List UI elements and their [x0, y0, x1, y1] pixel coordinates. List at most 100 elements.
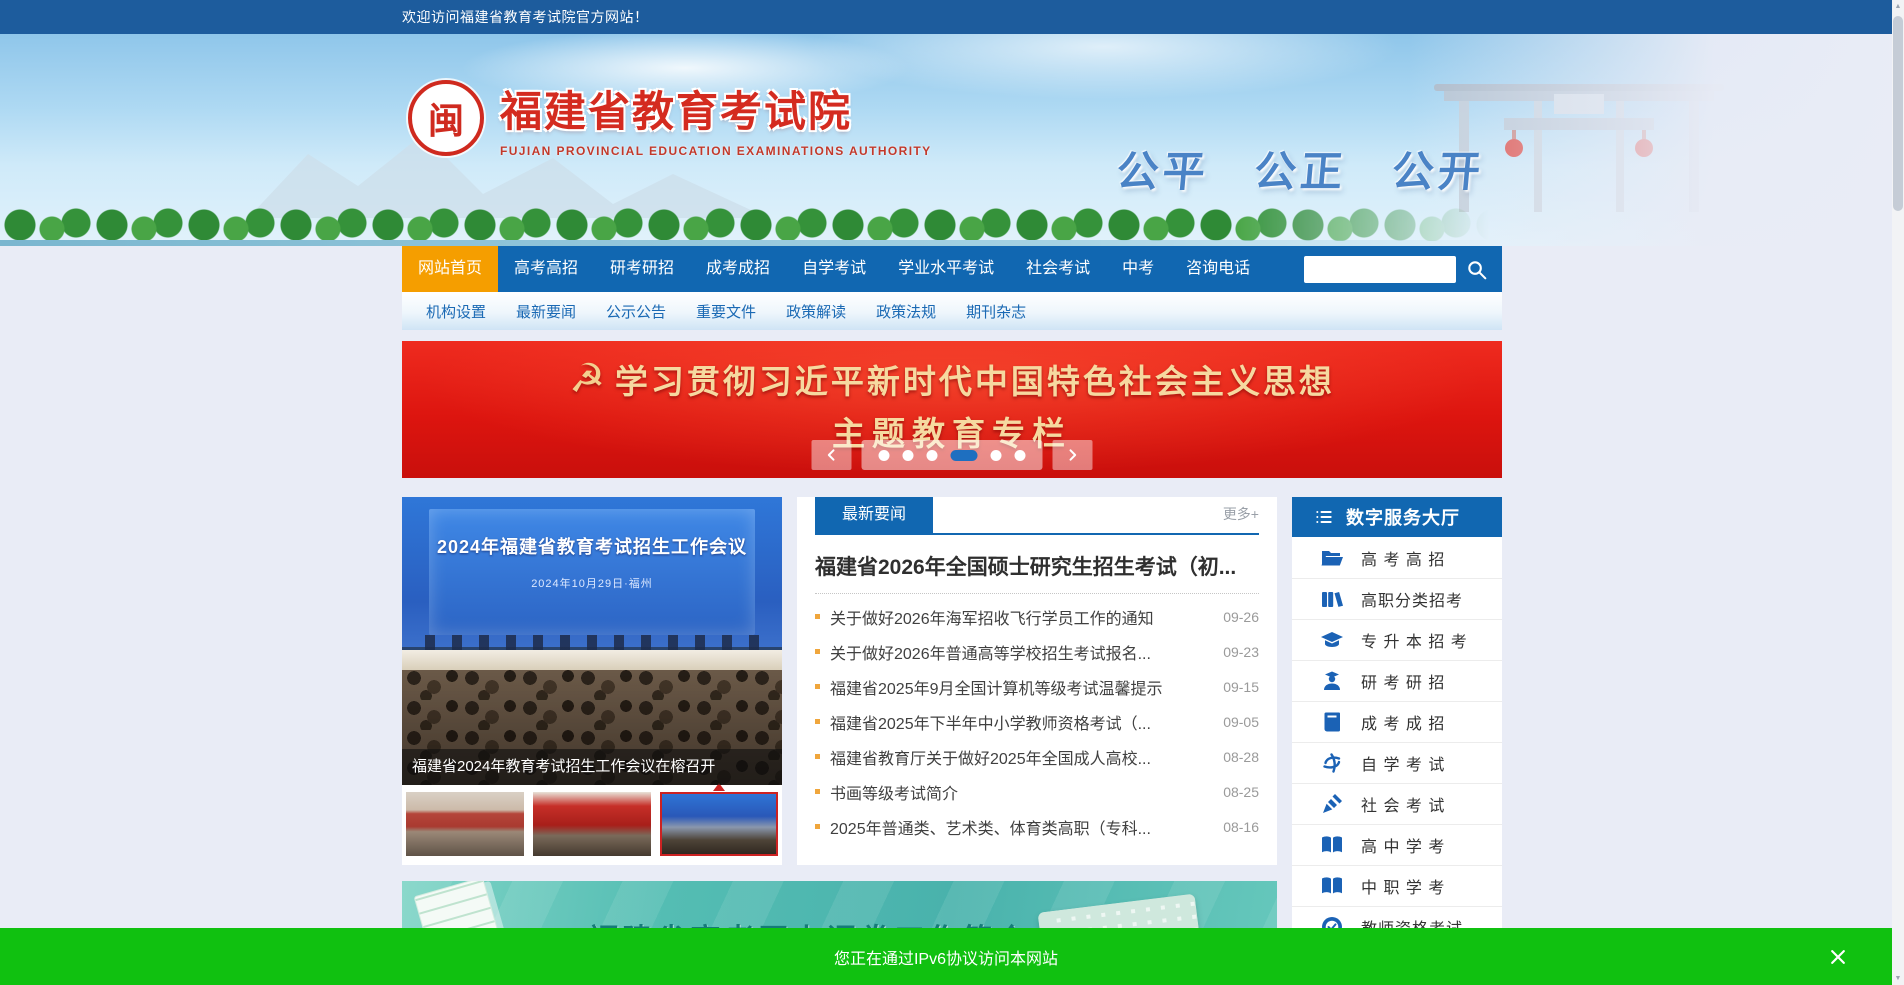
news-headline[interactable]: 福建省2026年全国硕士研究生招生考试（初... [815, 551, 1259, 581]
photo-carousel: 2024年福建省教育考试招生工作会议 2024年10月29日·福州 福建省202… [402, 497, 782, 865]
service-item[interactable]: 研 考 研 招 [1292, 660, 1502, 701]
carousel-dot[interactable] [990, 449, 1002, 461]
carousel-thumbnail-1[interactable] [406, 792, 524, 856]
hero-banner[interactable]: ☭ 学习贯彻习近平新时代中国特色社会主义思想 主题教育专栏 [402, 341, 1502, 478]
bullet-icon [815, 649, 820, 654]
carousel-dot[interactable] [878, 449, 890, 461]
service-item[interactable]: 成 考 成 招 [1292, 701, 1502, 742]
openbook-icon [1320, 874, 1346, 898]
nav-item[interactable]: 成考成招 [690, 246, 786, 292]
more-link[interactable]: 更多+ [1223, 504, 1259, 533]
slide-subtitle: 2024年10月29日·福州 [531, 578, 653, 590]
news-item-title: 福建省教育厅关于做好2025年全国成人高校... [830, 750, 1151, 768]
gradcap-icon [1320, 628, 1346, 652]
sub-nav-bar: 机构设置 最新要闻 公示公告 重要文件 政策解读 政策法规 期刊杂志 [0, 292, 1904, 330]
nav-item[interactable]: 中考 [1106, 246, 1170, 292]
subnav-item[interactable]: 机构设置 [426, 301, 486, 322]
news-item-title: 关于做好2026年海军招收飞行学员工作的通知 [830, 610, 1154, 628]
carousel-next-button[interactable] [1052, 440, 1093, 470]
nav-item[interactable]: 社会考试 [1010, 246, 1106, 292]
nav-item[interactable]: 咨询电话 [1170, 246, 1266, 292]
ipv6-message: 您正在通过IPv6协议访问本网站 [833, 950, 1059, 968]
hero-title-line1: 学习贯彻习近平新时代中国特色社会主义思想 [614, 363, 1335, 400]
news-item-date: 09-26 [1223, 608, 1259, 625]
news-item-date: 08-16 [1223, 818, 1259, 835]
carousel-thumbnail-2[interactable] [533, 792, 651, 856]
subnav-item[interactable]: 公示公告 [606, 301, 666, 322]
search-icon[interactable] [1456, 249, 1496, 289]
scrollbar-thumb[interactable] [1893, 16, 1903, 211]
seal-glyph: 闽 [427, 100, 464, 141]
nav-item[interactable]: 学业水平考试 [882, 246, 1010, 292]
nav-item[interactable]: 高考高招 [498, 246, 594, 292]
news-list-item[interactable]: 2025年普通类、艺术类、体育类高职（专科... 08-16 [815, 809, 1259, 844]
ipv6-notice-bar: 您正在通过IPv6协议访问本网站 [0, 928, 1892, 985]
service-item[interactable]: 高 考 高 招 [1292, 537, 1502, 578]
service-item[interactable]: 专 升 本 招 考 [1292, 619, 1502, 660]
conference-screen: 2024年福建省教育考试招生工作会议 2024年10月29日·福州 [402, 497, 782, 647]
site-logo[interactable]: 闽 福建省教育考试院 FUJIAN PROVINCIAL EDUCATION E… [408, 78, 932, 158]
slogan-text: 公平 公正 公开 [1114, 148, 1486, 195]
service-item[interactable]: 中 职 学 考 [1292, 865, 1502, 906]
news-item-title: 关于做好2026年普通高等学校招生考试报名... [830, 645, 1151, 663]
openbook-icon [1320, 833, 1346, 857]
carousel-dot[interactable] [902, 449, 914, 461]
nav-item[interactable]: 研考研招 [594, 246, 690, 292]
scroll-down-arrow[interactable]: ▼ [1892, 975, 1904, 982]
news-list-item[interactable]: 福建省教育厅关于做好2025年全国成人高校... 08-28 [815, 739, 1259, 774]
bullet-icon [815, 614, 820, 619]
news-list-item[interactable]: 关于做好2026年普通高等学校招生考试报名... 09-23 [815, 634, 1259, 669]
site-title-en: FUJIAN PROVINCIAL EDUCATION EXAMINATIONS… [500, 144, 932, 158]
service-label: 专 升 本 招 考 [1361, 634, 1468, 651]
service-item[interactable]: 自 学 考 试 [1292, 742, 1502, 783]
search-input[interactable] [1304, 255, 1456, 283]
bullet-icon [815, 754, 820, 759]
subnav-item[interactable]: 重要文件 [696, 301, 756, 322]
news-panel: 最新要闻 更多+ 福建省2026年全国硕士研究生招生考试（初... 关于做好20… [797, 497, 1277, 865]
carousel-dot[interactable] [926, 449, 938, 461]
news-list-item[interactable]: 福建省2025年9月全国计算机等级考试温馨提示 09-15 [815, 669, 1259, 704]
service-item[interactable]: 高职分类招考 [1292, 578, 1502, 619]
news-list-item[interactable]: 福建省2025年下半年中小学教师资格考试（... 09-05 [815, 704, 1259, 739]
scrollbar[interactable]: ▲ ▼ [1892, 0, 1904, 985]
table-decoration [402, 649, 782, 670]
carousel-thumbnail-3-active[interactable] [660, 783, 778, 856]
carousel-dot-active[interactable] [950, 449, 978, 461]
digital-services-header: 数字服务大厅 [1292, 497, 1502, 537]
carousel-dots [861, 440, 1043, 470]
news-item-date: 08-28 [1223, 748, 1259, 765]
subnav-item[interactable]: 期刊杂志 [966, 301, 1026, 322]
service-item[interactable]: 高 中 学 考 [1292, 824, 1502, 865]
brush-icon [1320, 751, 1346, 775]
carousel-thumbnails [402, 783, 782, 865]
top-welcome-bar: 欢迎访问福建省教育考试院官方网站！ [0, 0, 1904, 34]
subnav-item[interactable]: 政策解读 [786, 301, 846, 322]
news-list-item[interactable]: 书画等级考试简介 08-25 [815, 774, 1259, 809]
subnav-item[interactable]: 最新要闻 [516, 301, 576, 322]
news-item-date: 08-25 [1223, 783, 1259, 800]
party-emblem-icon: ☭ [569, 357, 605, 401]
delegates-decoration [424, 635, 760, 650]
nav-item[interactable]: 网站首页 [402, 246, 499, 292]
nav-search [1304, 249, 1502, 289]
carousel-dot[interactable] [1014, 449, 1026, 461]
photo-carousel-main-image[interactable]: 2024年福建省教育考试招生工作会议 2024年10月29日·福州 福建省202… [402, 497, 782, 785]
close-icon[interactable] [1824, 943, 1852, 971]
subnav-item[interactable]: 政策法规 [876, 301, 936, 322]
nav-item[interactable]: 自学考试 [786, 246, 882, 292]
service-label: 研 考 研 招 [1361, 675, 1446, 692]
news-item-title: 2025年普通类、艺术类、体育类高职（专科... [830, 820, 1151, 838]
service-item[interactable]: 社 会 考 试 [1292, 783, 1502, 824]
scroll-up-arrow[interactable]: ▲ [1892, 3, 1904, 10]
bullet-icon [815, 789, 820, 794]
header-banner: 闽 福建省教育考试院 FUJIAN PROVINCIAL EDUCATION E… [0, 34, 1904, 246]
binders-icon [1320, 587, 1346, 611]
site-title: 福建省教育考试院 [500, 88, 853, 135]
carousel-prev-button[interactable] [811, 440, 852, 470]
tab-latest-news[interactable]: 最新要闻 [815, 497, 934, 533]
bullet-icon [815, 719, 820, 724]
news-item-title: 书画等级考试简介 [830, 785, 959, 803]
carousel-controls [811, 440, 1093, 470]
bullet-icon [815, 684, 820, 689]
news-list-item[interactable]: 关于做好2026年海军招收飞行学员工作的通知 09-26 [815, 599, 1259, 634]
